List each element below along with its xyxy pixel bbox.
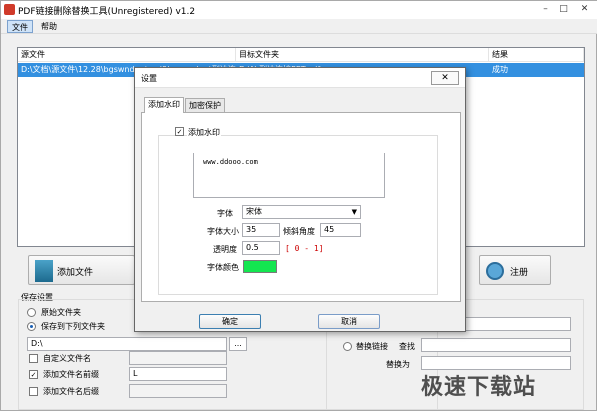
replace-with-input[interactable] <box>421 356 571 370</box>
find-input[interactable] <box>421 338 571 352</box>
suffix-input[interactable] <box>129 384 227 398</box>
add-suffix-checkbox[interactable] <box>29 387 38 396</box>
prefix-input[interactable]: L <box>129 367 227 381</box>
column-header-source[interactable]: 源文件 <box>18 48 236 62</box>
add-file-icon <box>35 260 53 282</box>
replace-with-label: 替换为 <box>386 360 410 369</box>
tilt-angle-input[interactable]: 45 <box>320 223 361 237</box>
register-button[interactable]: 注册 <box>479 255 551 285</box>
font-color-swatch[interactable] <box>243 260 277 273</box>
opacity-label: 透明度 <box>213 245 237 254</box>
opacity-input[interactable]: 0.5 <box>242 241 280 255</box>
tab-add-watermark[interactable]: 添加水印 <box>144 97 184 113</box>
original-folder-label: 原始文件夹 <box>41 308 81 317</box>
dialog-title: 设置 <box>141 74 157 83</box>
cancel-button[interactable]: 取消 <box>318 314 380 329</box>
custom-filename-label: 自定义文件名 <box>43 354 91 363</box>
site-watermark-logo: 极速下载站 <box>421 375 537 400</box>
custom-filename-checkbox[interactable] <box>29 354 38 363</box>
menu-help[interactable]: 帮助 <box>37 20 61 33</box>
maximize-button[interactable]: □ <box>556 3 571 15</box>
browse-button[interactable]: ... <box>229 337 247 351</box>
add-file-label: 添加文件 <box>57 268 94 278</box>
original-folder-radio[interactable] <box>27 308 36 317</box>
app-pdf-icon <box>4 4 15 15</box>
app-title: PDF链接删除替换工具(Unregistered) v1.2 <box>18 7 196 17</box>
settings-dialog: 设置 ✕ 添加水印 加密保护 ✓ 添加水印 www.ddooo.com 字体 宋… <box>134 67 466 332</box>
save-to-folder-radio[interactable] <box>27 322 36 331</box>
menu-file[interactable]: 文件 <box>7 20 33 33</box>
add-file-button[interactable]: 添加文件 <box>28 255 135 285</box>
minimize-button[interactable]: – <box>538 3 553 15</box>
watermark-text-value: www.ddooo.com <box>203 158 258 166</box>
add-suffix-label: 添加文件名后缀 <box>43 387 99 396</box>
add-prefix-checkbox[interactable]: ✓ <box>29 370 38 379</box>
add-watermark-label: 添加水印 <box>187 127 221 138</box>
title-bar: PDF链接删除替换工具(Unregistered) v1.2 – □ ✕ <box>1 1 597 19</box>
add-prefix-label: 添加文件名前缀 <box>43 370 99 379</box>
register-label: 注册 <box>510 268 529 278</box>
chevron-down-icon: ▼ <box>351 208 357 216</box>
custom-filename-input[interactable] <box>129 351 227 365</box>
menu-bar: 文件 帮助 <box>1 19 597 34</box>
cell-result: 成功 <box>492 65 508 74</box>
font-select[interactable]: 宋体 ▼ <box>242 205 361 219</box>
replace-link-radio[interactable] <box>343 342 352 351</box>
replace-link-label: 替换链接 <box>356 342 388 351</box>
ok-button[interactable]: 确定 <box>199 314 261 329</box>
dialog-close-button[interactable]: ✕ <box>431 71 459 85</box>
font-size-input[interactable]: 35 <box>242 223 280 237</box>
add-watermark-checkbox[interactable]: ✓ <box>175 127 184 136</box>
find-label: 查找 <box>399 342 415 351</box>
folder-path-input[interactable]: D:\ <box>27 337 227 351</box>
dialog-title-bar: 设置 ✕ <box>135 68 465 88</box>
font-color-label: 字体颜色 <box>207 263 239 272</box>
font-label: 字体 <box>217 209 233 218</box>
save-to-folder-label: 保存到下列文件夹 <box>41 322 105 331</box>
tab-encrypt-protect[interactable]: 加密保护 <box>185 98 225 113</box>
key-icon <box>486 262 504 280</box>
opacity-range-hint: [ 0 - 1] <box>285 244 324 253</box>
column-header-target[interactable]: 目标文件夹 <box>236 48 489 62</box>
font-size-label: 字体大小 <box>207 227 239 236</box>
tilt-angle-label: 倾斜角度 <box>283 227 315 236</box>
close-button[interactable]: ✕ <box>577 3 592 15</box>
column-header-result[interactable]: 结果 <box>489 48 584 62</box>
font-select-value: 宋体 <box>246 207 262 216</box>
